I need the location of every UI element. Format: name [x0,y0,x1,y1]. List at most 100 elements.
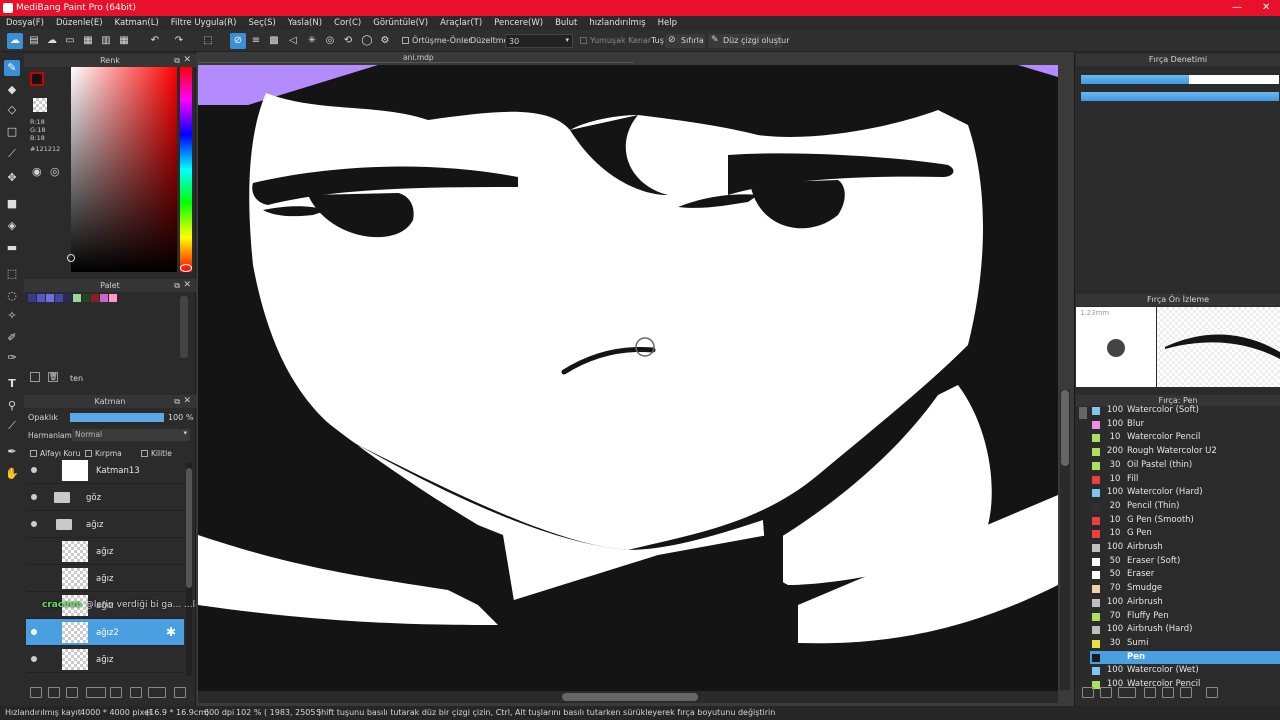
selection-icon[interactable]: ⬚ [200,33,216,49]
brush-size-slider[interactable] [1081,75,1279,84]
menu-window[interactable]: Pencere(W) [488,16,549,30]
soft-edge-checkbox[interactable]: Yumuşak Kenar [580,36,651,45]
blend-select[interactable]: Normal ▾ [72,429,190,441]
color-picker-square[interactable] [71,67,177,272]
palette-swatch[interactable] [73,294,81,302]
duplicate-brush-icon[interactable] [1180,687,1192,698]
layer-row[interactable]: ağız [26,565,184,592]
layer-scrollbar[interactable] [186,462,192,676]
visibility-icon[interactable] [31,521,37,527]
eyedropper-icon[interactable]: ✒ [4,444,20,460]
brush-item[interactable]: 20 Pencil (Thin) [1090,500,1280,514]
window-icon[interactable]: ▭ [62,33,78,49]
snap-grid-icon[interactable]: ▩ [266,33,282,49]
palette-swatch[interactable] [82,294,90,302]
dot-eraser-icon[interactable]: ◇ [4,102,20,118]
canvas-hscrollbar[interactable] [198,691,1058,703]
visibility-icon[interactable] [31,629,37,635]
brush-item[interactable]: 30 Sumi [1090,637,1280,651]
brush-item-selected[interactable]: Pen [1090,650,1280,665]
color-wheel-icon[interactable]: ◉ [32,165,42,178]
brush-item[interactable]: 10 G Pen (Smooth) [1090,514,1280,528]
menu-tools[interactable]: Araçlar(T) [434,16,488,30]
brush-item[interactable]: 200 Rough Watercolor U2 [1090,445,1280,459]
trash-icon[interactable] [174,687,186,698]
line-tool-icon[interactable]: ⟋ [4,146,20,162]
brush-item[interactable]: 70 Smudge [1090,582,1280,596]
hue-cursor[interactable] [180,264,192,272]
eraser-tool-icon[interactable]: ◆ [4,82,20,98]
menu-snap[interactable]: Yasla(N) [282,16,328,30]
brush-item[interactable]: 10 G Pen [1090,527,1280,541]
popout-icon[interactable]: ⧉ [174,279,180,292]
menu-edit[interactable]: Düzenle(E) [50,16,109,30]
lock-checkbox[interactable]: Kilitle [141,449,172,458]
save-icon[interactable]: ▤ [26,33,42,49]
menu-color[interactable]: Cor(C) [328,16,367,30]
menu-view[interactable]: Görüntüle(V) [367,16,434,30]
cloud-icon[interactable]: ☁ [7,33,23,49]
menu-file[interactable]: Dosya(F) [0,16,50,30]
snap-ellipse-icon[interactable]: ◯ [359,33,375,49]
new-palette-icon[interactable] [30,372,40,382]
palette-item-label[interactable]: ten [70,374,83,383]
snap-parallel-icon[interactable]: ≡ [248,33,264,49]
canvas-vscrollbar[interactable] [1060,390,1070,690]
grid-icon[interactable]: ▦ [116,33,132,49]
page-icon[interactable]: ▥ [98,33,114,49]
brush-item[interactable]: 10 Fill [1090,473,1280,487]
palette-swatch[interactable] [64,294,72,302]
visibility-icon[interactable] [31,467,37,473]
new-folder-icon[interactable] [110,687,122,698]
menu-filter[interactable]: Filtre Uygula(R) [165,16,243,30]
gradient-tool-icon[interactable]: ▬ [4,240,20,256]
brush-item[interactable]: 100 Watercolor (Wet) [1090,664,1280,678]
trash-icon[interactable]: 🗑 [48,372,58,382]
menu-cloud[interactable]: Bulut [549,16,583,30]
palette-swatch[interactable] [109,294,117,302]
snap-radial-icon[interactable]: ✳ [304,33,320,49]
redo-icon[interactable]: ↷ [171,33,187,49]
hue-slider[interactable] [180,67,192,272]
secondary-color-swatch[interactable] [33,98,47,112]
snap-curve-icon[interactable]: ⟲ [340,33,356,49]
layer-row[interactable]: ağız [26,538,184,565]
magic-wand-icon[interactable]: ✧ [4,308,20,324]
palette-swatch[interactable] [55,294,63,302]
palette-swatch[interactable] [91,294,99,302]
reset-button[interactable]: ⊘ Sıfırla [665,34,705,48]
select-tool-icon[interactable]: ⬚ [4,266,20,282]
merge-layer-icon[interactable] [148,687,166,698]
palette-swatch[interactable] [28,294,36,302]
brush-settings-icon[interactable] [1082,687,1094,698]
fill-rect-icon[interactable]: ■ [4,196,20,212]
menu-speed[interactable]: hızlandırılmış [583,16,651,30]
trash-icon[interactable] [1206,687,1218,698]
palette-scrollbar[interactable] [180,296,188,358]
text-tool-icon[interactable]: T [4,376,20,392]
new-layer-icon[interactable] [30,687,42,698]
snap-perspective-icon[interactable]: ◁ [285,33,301,49]
add-brush-icon[interactable] [1100,687,1112,698]
brush-item[interactable]: 100 Airbrush [1090,596,1280,610]
layer-row[interactable]: Katman13 [26,460,184,484]
brush-item[interactable]: 100 Blur [1090,418,1280,432]
visibility-icon[interactable] [31,494,37,500]
close-icon[interactable]: ✕ [183,54,191,67]
document-icon[interactable]: ▦ [80,33,96,49]
popout-icon[interactable]: ⧉ [174,395,180,408]
snap-off-icon[interactable]: ⊘ [230,33,246,49]
overlap-checkbox[interactable]: Örtüşme-Önler [402,36,472,45]
drawing-canvas[interactable] [198,65,1058,691]
brush-menu-icon[interactable] [1118,687,1136,698]
bucket-tool-icon[interactable]: ◈ [4,218,20,234]
divide-tool-icon[interactable]: ⟋ [4,418,20,434]
brush-item[interactable]: 100 Watercolor (Hard) [1090,486,1280,500]
duplicate-layer-icon[interactable] [130,687,142,698]
select-eraser-icon[interactable]: ✑ [4,350,20,366]
brush-item[interactable]: 100 Watercolor (Soft) [1090,404,1280,418]
new-halftone-layer-icon[interactable] [48,687,60,698]
brush-item[interactable]: 100 Airbrush [1090,541,1280,555]
menu-select[interactable]: Seç(S) [242,16,281,30]
brush-item[interactable]: 100 Airbrush (Hard) [1090,623,1280,637]
